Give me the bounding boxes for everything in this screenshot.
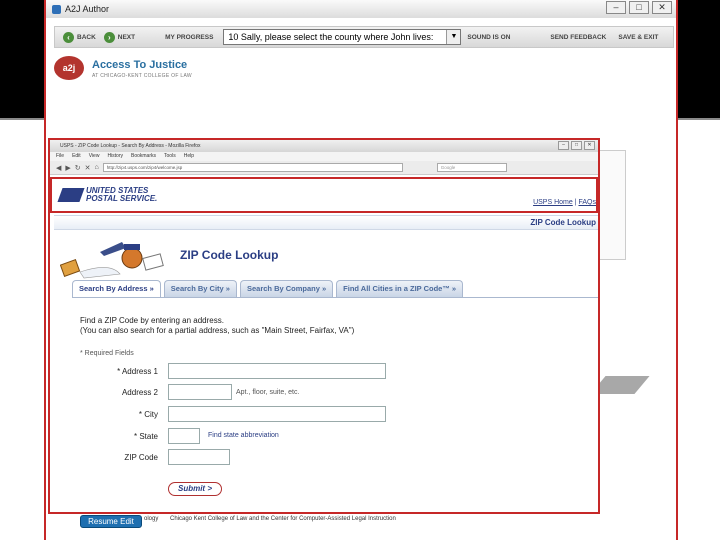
firefox-title-bar: USPS - ZIP Code Lookup - Search By Addre… (50, 140, 598, 152)
firefox-menu-bar: File Edit View History Bookmarks Tools H… (50, 152, 598, 161)
menu-tools[interactable]: Tools (164, 152, 176, 161)
footer-fragment: ology (144, 516, 159, 522)
home-icon[interactable]: ⌂ (95, 164, 99, 171)
minimize-icon[interactable]: – (558, 141, 569, 150)
back-arrow-icon: ‹ (63, 31, 74, 43)
required-note: * Required Fields (80, 350, 134, 357)
faqs-link[interactable]: FAQs (578, 199, 596, 206)
a2j-logo: a2j (54, 56, 84, 80)
menu-edit[interactable]: Edit (72, 152, 81, 161)
close-icon[interactable]: ✕ (652, 1, 672, 14)
a2j-toolbar: ‹ BACK › NEXT MY PROGRESS 10 Sally, plea… (54, 26, 674, 48)
tab-find-all-cities[interactable]: Find All Cities in a ZIP Code™ » (336, 280, 464, 297)
firefox-window-controls: – □ ✕ (558, 141, 595, 150)
intro-line-1: Find a ZIP Code by entering an address. (80, 316, 224, 325)
zip-input[interactable] (168, 449, 230, 465)
resume-edit-button[interactable]: Resume Edit (80, 515, 142, 528)
menu-file[interactable]: File (56, 152, 64, 161)
menu-help[interactable]: Help (184, 152, 194, 161)
send-feedback-button[interactable]: SEND FEEDBACK (550, 34, 606, 41)
a2j-window-title: A2J Author (65, 4, 110, 14)
address2-label: Address 2 (121, 388, 158, 397)
back-icon[interactable]: ◀ (56, 164, 61, 172)
search-tabs: Search By Address » Search By City » Sea… (72, 280, 464, 297)
my-progress-label: MY PROGRESS (165, 33, 214, 41)
next-arrow-icon: › (103, 31, 115, 43)
firefox-window-title: USPS - ZIP Code Lookup - Search By Addre… (60, 143, 201, 149)
firefox-window: USPS - ZIP Code Lookup - Search By Addre… (48, 138, 600, 514)
close-icon[interactable]: ✕ (584, 141, 595, 150)
tab-search-by-address[interactable]: Search By Address » (72, 280, 161, 297)
address2-input[interactable] (168, 384, 232, 400)
sound-toggle[interactable]: SOUND IS ON (467, 34, 510, 41)
back-button[interactable]: ‹ BACK (63, 31, 96, 43)
save-exit-label: SAVE & EXIT (618, 33, 659, 41)
tab-search-by-company[interactable]: Search By Company » (239, 280, 334, 297)
eagle-icon (57, 188, 85, 202)
tab-underline (72, 297, 598, 298)
usps-brand-text: UNITED STATES POSTAL SERVICE. (86, 187, 157, 203)
a2j-title-bar: A2J Author – □ ✕ (46, 0, 676, 18)
brand-name: Access To Justice (92, 59, 188, 71)
usps-brand-line2: POSTAL SERVICE. (86, 194, 158, 203)
firefox-nav-bar: ◀ ▶ ↻ ✕ ⌂ http://zip4.usps.com/zip4/welc… (50, 161, 598, 175)
link-separator: | (574, 199, 577, 206)
send-feedback-label: SEND FEEDBACK (550, 33, 607, 41)
chevron-down-icon[interactable]: ▼ (446, 30, 461, 44)
tab-search-by-city[interactable]: Search By City » (163, 280, 237, 297)
address1-label: * Address 1 (117, 367, 158, 376)
state-label: * State (133, 432, 158, 441)
browser-search-input[interactable]: Google (436, 163, 507, 172)
menu-view[interactable]: View (89, 152, 100, 161)
next-button[interactable]: › NEXT (103, 31, 136, 43)
a2j-window-controls: – □ ✕ (606, 1, 672, 14)
reload-icon[interactable]: ↻ (75, 164, 81, 172)
zip-lookup-subbar: ZIP Code Lookup (54, 215, 598, 230)
sound-label: SOUND IS ON (467, 33, 511, 41)
maximize-icon[interactable]: □ (629, 1, 649, 14)
url-bar[interactable]: http://zip4.usps.com/zip4/welcome.jsp (102, 163, 403, 172)
usps-home-link[interactable]: USPS Home (533, 199, 573, 206)
a2j-app-icon (52, 4, 61, 14)
usps-top-links: USPS Home | FAQs (533, 199, 596, 206)
brand-subtitle: AT CHICAGO-KENT COLLEGE OF LAW (92, 73, 192, 79)
menu-bookmarks[interactable]: Bookmarks (131, 152, 156, 161)
menu-history[interactable]: History (107, 152, 123, 161)
minimize-icon[interactable]: – (606, 1, 626, 14)
my-progress-button[interactable]: MY PROGRESS (165, 34, 213, 41)
question-select[interactable]: 10 Sally, please select the county where… (223, 29, 462, 45)
city-label: * City (138, 410, 158, 419)
address1-input[interactable] (168, 363, 386, 379)
state-select[interactable] (168, 428, 200, 444)
question-select-value: 10 Sally, please select the county where… (228, 32, 434, 42)
next-label: NEXT (117, 33, 136, 41)
maximize-icon[interactable]: □ (571, 141, 582, 150)
usps-logo: UNITED STATES POSTAL SERVICE. (57, 187, 157, 203)
city-input[interactable] (168, 406, 386, 422)
save-exit-button[interactable]: SAVE & EXIT (618, 34, 658, 41)
submit-button[interactable]: Submit > (168, 482, 222, 496)
footer-credit: Chicago Kent College of Law and the Cent… (170, 516, 396, 522)
address2-hint: Apt., floor, suite, etc. (236, 389, 300, 396)
page-title: ZIP Code Lookup (180, 248, 279, 262)
forward-icon[interactable]: ▶ (65, 164, 70, 172)
state-abbreviation-link[interactable]: Find state abbreviation (208, 432, 279, 439)
back-label: BACK (77, 33, 96, 41)
zip-label: ZIP Code (124, 453, 158, 462)
stop-icon[interactable]: ✕ (85, 164, 91, 172)
intro-line-2: (You can also search for a partial addre… (80, 326, 355, 335)
mail-carrier-mascot (60, 242, 164, 279)
